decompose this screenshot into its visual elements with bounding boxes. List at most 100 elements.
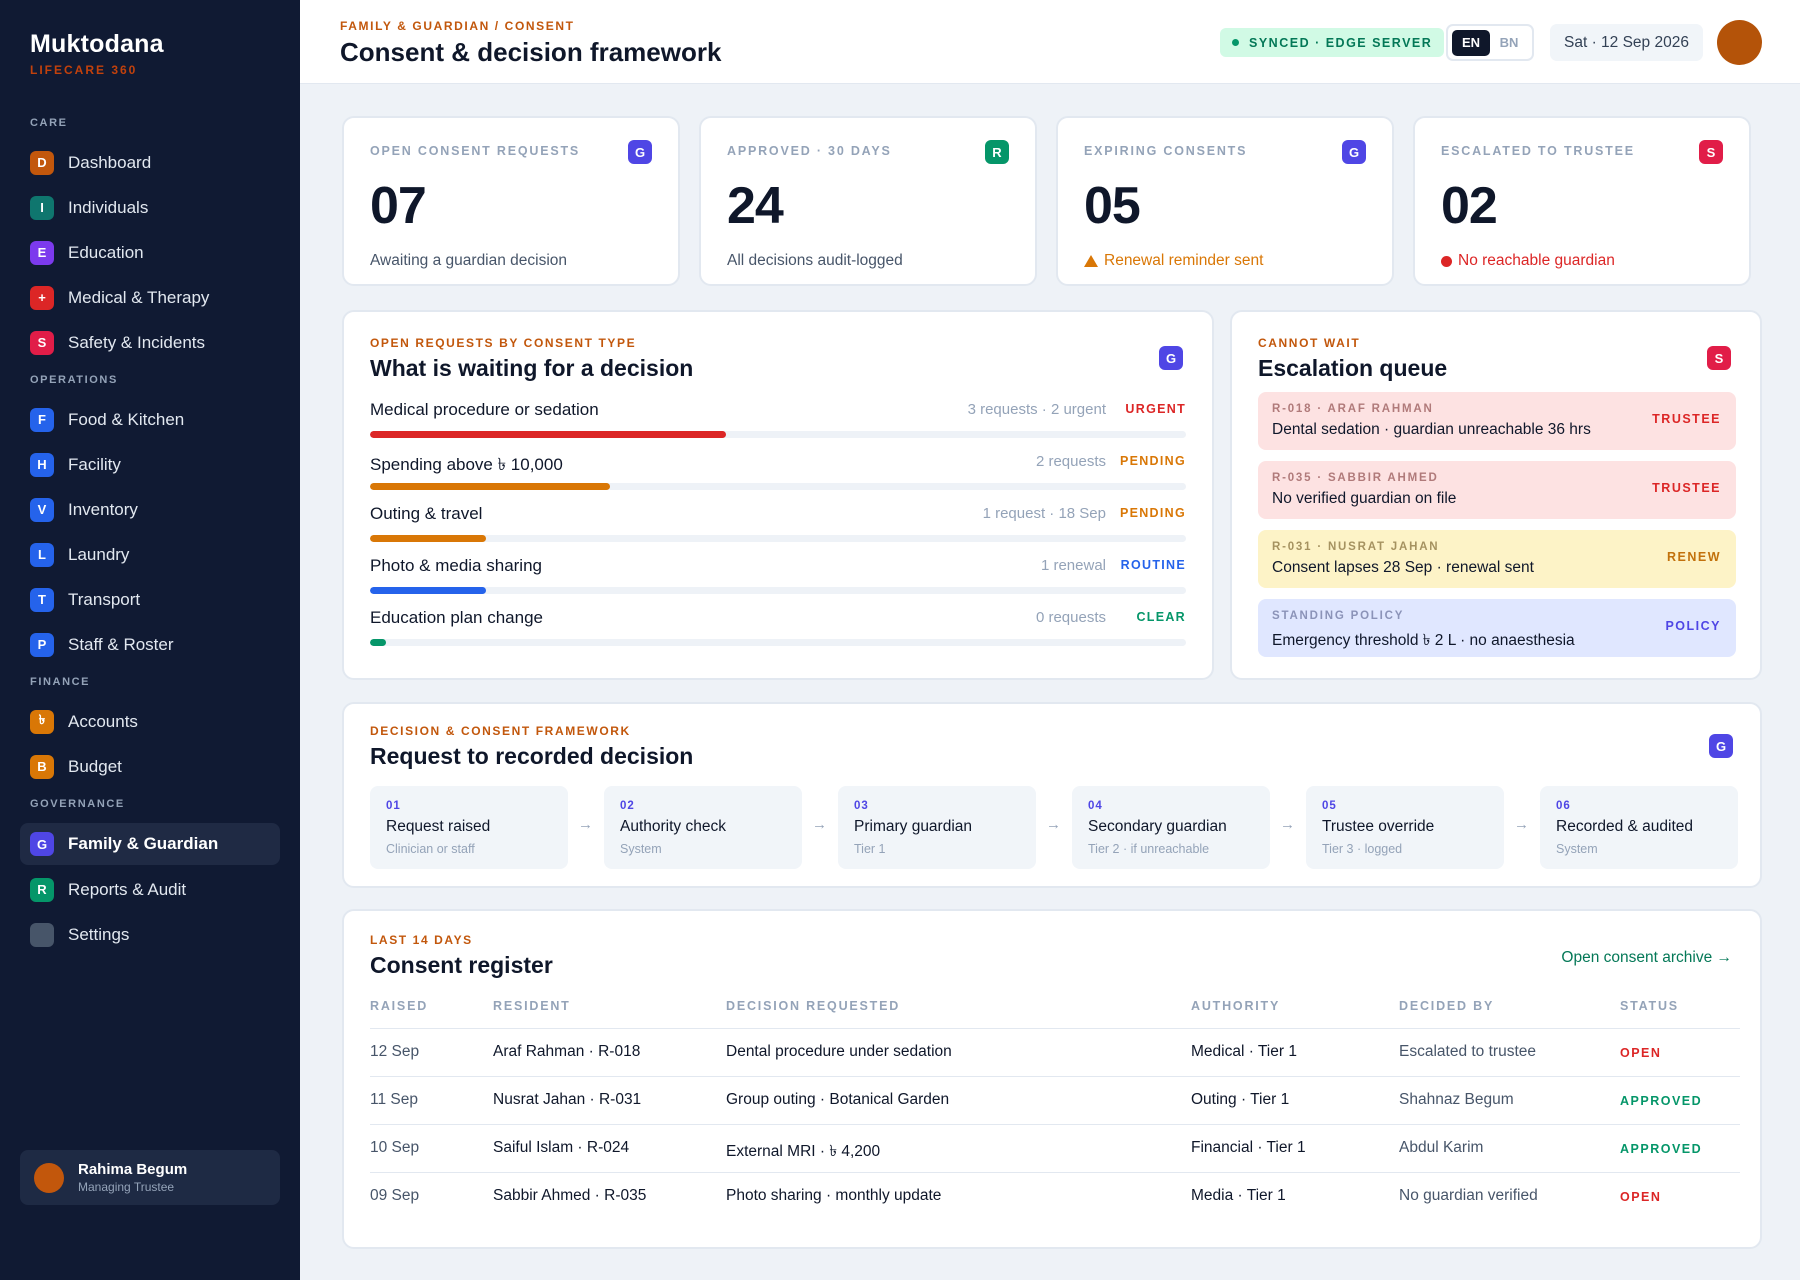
sidebar-item-food-kitchen[interactable]: F Food & Kitchen	[20, 397, 280, 442]
table-cell-authority: Outing · Tier 1	[1191, 1091, 1290, 1108]
sidebar-item-budget[interactable]: B Budget	[20, 744, 280, 789]
framework-step[interactable]: 03 Primary guardian Tier 1	[838, 786, 1036, 869]
stat-value: 07	[370, 177, 427, 235]
user-card[interactable]: Rahima Begum Managing Trustee	[20, 1150, 280, 1205]
request-type-row[interactable]: Outing & travel 1 request · 18 Sep PENDING	[370, 504, 1186, 544]
sidebar-item-label: Inventory	[68, 499, 138, 519]
table-cell-status: APPROVED	[1620, 1094, 1703, 1108]
sidebar-item-label: Dashboard	[68, 152, 152, 172]
sidebar-item-facility[interactable]: H Facility	[20, 442, 280, 487]
request-status-badge: CLEAR	[1136, 610, 1186, 624]
request-type-row[interactable]: Spending above ৳ 10,000 2 requests PENDING	[370, 452, 1186, 492]
transport-icon: T	[30, 587, 54, 612]
framework-step[interactable]: 01 Request raised Clinician or staff	[370, 786, 568, 869]
request-count: 3 requests · 2 urgent	[967, 401, 1106, 418]
escalation-ref: R-035 · SABBIR AHMED	[1272, 472, 1439, 484]
framework-step[interactable]: 05 Trustee override Tier 3 · logged	[1306, 786, 1504, 869]
sidebar-item-accounts[interactable]: ৳ Accounts	[20, 699, 280, 744]
stat-label: APPROVED · 30 DAYS	[727, 144, 892, 158]
table-row[interactable]: 12 Sep Araf Rahman · R-018 Dental procedur…	[370, 1028, 1740, 1076]
sidebar-item-reports-audit[interactable]: R Reports & Audit	[20, 867, 280, 912]
stat-card: ESCALATED TO TRUSTEE S 02 No reachable guar…	[1413, 116, 1751, 286]
step-name: Authority check	[620, 818, 726, 835]
stat-label: ESCALATED TO TRUSTEE	[1441, 144, 1635, 158]
sidebar-item-staff-roster[interactable]: P Staff & Roster	[20, 622, 280, 667]
step-subtitle: Tier 3 · logged	[1322, 842, 1403, 856]
table-cell-decided-by: Shahnaz Begum	[1399, 1091, 1514, 1108]
stat-card: EXPIRING CONSENTS G 05 Renewal reminder sen…	[1056, 116, 1394, 286]
table-cell-resident: Sabbir Ahmed · R-035	[493, 1187, 647, 1204]
escalation-text: Consent lapses 28 Sep · renewal sent	[1272, 559, 1534, 576]
sidebar-item-inventory[interactable]: V Inventory	[20, 487, 280, 532]
open-archive-link[interactable]: Open consent archive →	[1561, 949, 1732, 967]
step-number: 02	[620, 800, 635, 812]
request-type-row[interactable]: Photo & media sharing 1 renewal ROUTINE	[370, 556, 1186, 596]
sidebar-item-laundry[interactable]: L Laundry	[20, 532, 280, 577]
lang-bn-button[interactable]: BN	[1490, 30, 1528, 56]
sidebar-item-family-guardian[interactable]: G Family & Guardian	[20, 823, 280, 865]
facility-icon: H	[30, 452, 54, 477]
step-subtitle: Clinician or staff	[386, 842, 475, 856]
arrow-right-icon: →	[1514, 816, 1529, 833]
table-row[interactable]: 11 Sep Nusrat Jahan · R-031 Group outing ·…	[370, 1076, 1740, 1124]
stat-tag-icon: S	[1699, 140, 1723, 164]
request-type-row[interactable]: Education plan change 0 requests CLEAR	[370, 608, 1186, 648]
framework-step[interactable]: 04 Secondary guardian Tier 2 · if unreacha…	[1072, 786, 1270, 869]
step-subtitle: Tier 2 · if unreachable	[1088, 842, 1210, 856]
request-count: 1 request · 18 Sep	[982, 505, 1106, 522]
escalation-item[interactable]: R-018 · ARAF RAHMAN Dental sedation · gua…	[1258, 392, 1736, 450]
lang-en-button[interactable]: EN	[1452, 29, 1490, 56]
sync-status-badge: SYNCED · EDGE SERVER	[1220, 28, 1445, 57]
table-cell-decided-by: Abdul Karim	[1399, 1139, 1484, 1156]
sidebar-item-label: Transport	[68, 589, 141, 609]
sidebar-item-safety-incidents[interactable]: S Safety & Incidents	[20, 320, 280, 365]
stat-tag-icon: G	[1342, 140, 1366, 164]
table-row[interactable]: 10 Sep Saiful Islam · R-024 External MRI ·…	[370, 1124, 1740, 1172]
request-status-badge: URGENT	[1125, 402, 1186, 416]
family-guardian-icon: G	[30, 832, 54, 856]
step-name: Secondary guardian	[1088, 818, 1227, 835]
sidebar-item-label: Facility	[68, 454, 121, 474]
sidebar-item-dashboard[interactable]: D Dashboard	[20, 140, 280, 185]
escalation-item[interactable]: STANDING POLICY Emergency threshold ৳ 2 L…	[1258, 599, 1736, 657]
date-chip[interactable]: Sat · 12 Sep 2026	[1550, 24, 1703, 61]
profile-avatar[interactable]	[1717, 20, 1762, 65]
breadcrumb[interactable]: FAMILY & GUARDIAN / CONSENT	[340, 19, 575, 33]
sidebar-item-education[interactable]: E Education	[20, 230, 280, 275]
request-progress-fill	[370, 587, 486, 594]
sidebar-item-transport[interactable]: T Transport	[20, 577, 280, 622]
request-count: 0 requests	[1035, 609, 1106, 626]
stat-value: 05	[1084, 177, 1141, 235]
brand[interactable]: Muktodana LIFECARE 360	[30, 30, 164, 77]
step-subtitle: Tier 1	[854, 842, 886, 856]
table-cell-decision: External MRI · ৳ 4,200	[726, 1143, 881, 1160]
request-type-label: Outing & travel	[370, 504, 483, 523]
step-number: 05	[1322, 800, 1337, 812]
request-type-row[interactable]: Medical procedure or sedation 3 requests …	[370, 400, 1186, 440]
sidebar-item-label: Accounts	[68, 711, 138, 731]
stat-card: APPROVED · 30 DAYS R 24 All decisions audit…	[699, 116, 1037, 286]
sidebar-item-label: Individuals	[68, 197, 149, 217]
request-progress-fill	[370, 431, 726, 438]
escalation-title: Escalation queue	[1258, 355, 1448, 381]
food-kitchen-icon: F	[30, 407, 54, 432]
nav-section-finance: FINANCE	[30, 676, 91, 688]
escalation-item[interactable]: R-031 · NUSRAT JAHAN Consent lapses 28 Se…	[1258, 530, 1736, 588]
step-number: 03	[854, 800, 869, 812]
reports-audit-icon: R	[30, 877, 54, 902]
framework-card: DECISION & CONSENT FRAMEWORK Request to …	[342, 702, 1762, 888]
individuals-icon: I	[30, 195, 54, 220]
table-cell-decision: Photo sharing · monthly update	[726, 1187, 942, 1204]
education-icon: E	[30, 240, 54, 265]
sidebar-item-settings[interactable]: Settings	[20, 912, 280, 957]
sidebar-item-individuals[interactable]: I Individuals	[20, 185, 280, 230]
table-cell-resident: Araf Rahman · R-018	[493, 1043, 641, 1060]
table-row[interactable]: 09 Sep Sabbir Ahmed · R-035 Photo sharing …	[370, 1172, 1740, 1220]
sidebar-item-medical-therapy[interactable]: + Medical & Therapy	[20, 275, 280, 320]
framework-step[interactable]: 06 Recorded & audited System	[1540, 786, 1738, 869]
request-status-badge: ROUTINE	[1120, 558, 1186, 572]
escalation-text: Emergency threshold ৳ 2 L · no anaesthes…	[1272, 632, 1575, 649]
framework-step[interactable]: 02 Authority check System	[604, 786, 802, 869]
escalation-item[interactable]: R-035 · SABBIR AHMED No verified guardian…	[1258, 461, 1736, 519]
escalation-kicker: CANNOT WAIT	[1258, 336, 1361, 350]
